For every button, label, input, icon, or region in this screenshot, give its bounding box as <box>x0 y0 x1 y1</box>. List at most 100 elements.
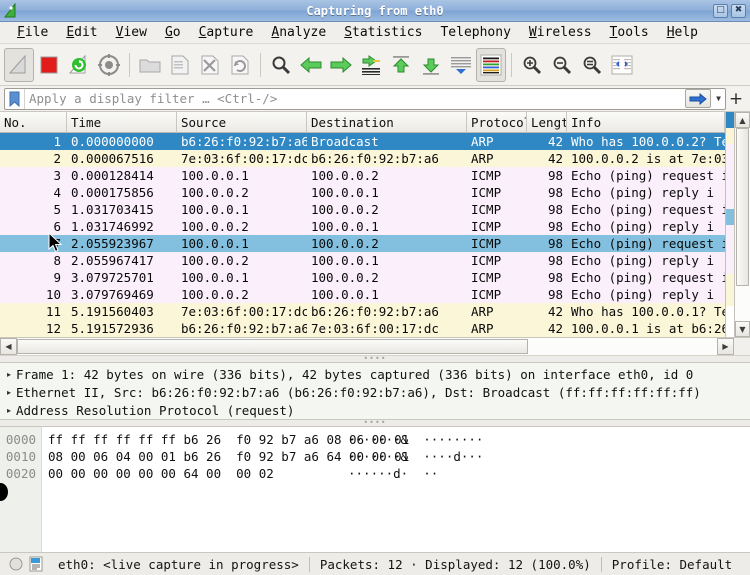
zoom-reset-button[interactable] <box>577 48 607 82</box>
bytes-body[interactable]: ff ff ff ff ff ff b6 26 f0 92 b7 a6 08 0… <box>42 427 750 552</box>
reload-file-button[interactable] <box>225 48 255 82</box>
table-row[interactable]: 4 0.000175856 100.0.0.2 100.0.0.1 ICMP 98 Echo… <box>0 184 725 201</box>
packet-map-segment[interactable] <box>726 289 734 306</box>
zoom-in-button[interactable] <box>517 48 547 82</box>
go-back-button[interactable] <box>296 48 326 82</box>
packet-map-segment[interactable] <box>726 192 734 209</box>
capture-options-button[interactable] <box>94 48 124 82</box>
menu-edit[interactable]: Edit <box>57 24 106 41</box>
open-file-button[interactable] <box>135 48 165 82</box>
scroll-left-icon[interactable]: ◀ <box>0 337 17 355</box>
table-row[interactable]: 11 5.191560403 7e:03:6f:00:17:dc b6:26:f0:9… <box>0 303 725 320</box>
find-packet-button[interactable] <box>266 48 296 82</box>
menu-go[interactable]: Go <box>156 24 190 41</box>
colorize-button[interactable] <box>476 47 506 82</box>
go-last-packet-button[interactable] <box>416 48 446 82</box>
zoom-out-button[interactable] <box>547 48 577 82</box>
table-row[interactable]: 5 1.031703415 100.0.0.1 100.0.0.2 ICMP 98 Echo… <box>0 201 725 218</box>
detail-tree-node[interactable]: ▸ Ethernet II, Src: b6:26:f0:92:b7:a6 (b6… <box>2 383 750 401</box>
save-file-button[interactable] <box>165 48 195 82</box>
column-header-source[interactable]: Source <box>177 112 307 133</box>
apply-filter-button[interactable] <box>685 89 711 108</box>
go-first-packet-button[interactable] <box>386 48 416 82</box>
autoscroll-button[interactable] <box>446 48 476 82</box>
menu-capture[interactable]: Capture <box>190 24 263 41</box>
maximize-button[interactable]: □ <box>713 3 728 18</box>
hscroll-thumb[interactable] <box>17 338 528 354</box>
packet-map-segment[interactable] <box>726 160 734 177</box>
packet-map-strip[interactable] <box>725 112 734 337</box>
packet-map-segment[interactable] <box>726 128 734 145</box>
packet-map-segment[interactable] <box>726 144 734 161</box>
table-row[interactable]: 7 2.055923967 100.0.0.1 100.0.0.2 ICMP 98 Echo… <box>0 235 725 252</box>
restart-capture-button[interactable] <box>64 48 94 82</box>
menu-telephony[interactable]: Telephony <box>431 24 519 41</box>
chevron-right-icon[interactable]: ▸ <box>2 406 16 415</box>
packet-map-segment[interactable] <box>726 257 734 274</box>
column-header-time[interactable]: Time <box>67 112 177 133</box>
menu-file[interactable]: File <box>8 24 57 41</box>
scroll-right-icon[interactable]: ▶ <box>717 337 734 355</box>
packet-details-pane[interactable]: ▸ Frame 1: 42 bytes on wire (336 bits), 4… <box>0 362 750 420</box>
chevron-right-icon[interactable]: ▸ <box>2 388 16 397</box>
close-button[interactable]: ✖ <box>731 3 746 18</box>
chevron-right-icon[interactable]: ▸ <box>2 370 16 379</box>
packet-map-segment[interactable] <box>726 176 734 193</box>
packet-list-rows[interactable]: 1 0.000000000 b6:26:f0:92:b7:a6 Broadcast AR… <box>0 133 725 337</box>
menu-tools[interactable]: Tools <box>601 24 658 41</box>
table-row[interactable]: 6 1.031746992 100.0.0.2 100.0.0.1 ICMP 98 Echo… <box>0 218 725 235</box>
packet-map-segment[interactable] <box>726 208 734 226</box>
start-capture-button[interactable] <box>4 47 34 82</box>
expert-info-circle-icon[interactable] <box>6 557 26 571</box>
column-header-no[interactable]: No. <box>0 112 67 133</box>
packet-bytes-pane[interactable]: 0000 0010 0020 ff ff ff ff ff ff b6 26 f0 … <box>0 426 750 552</box>
table-row[interactable]: 3 0.000128414 100.0.0.1 100.0.0.2 ICMP 98 Echo… <box>0 167 725 184</box>
detail-tree-node[interactable]: ▸ Frame 1: 42 bytes on wire (336 bits), 4… <box>2 365 750 383</box>
filter-box[interactable]: ▼ <box>4 87 726 110</box>
detail-tree-node[interactable]: ▸ Address Resolution Protocol (request) <box>2 401 750 419</box>
hex-dump-row[interactable]: 08 00 06 04 00 01 b6 26 f0 92 b7 a6 64 0… <box>48 448 750 465</box>
vscroll-track[interactable] <box>735 128 750 321</box>
close-file-button[interactable] <box>195 48 225 82</box>
table-row[interactable]: 2 0.000067516 7e:03:6f:00:17:dc b6:26:f0:92… <box>0 150 725 167</box>
column-header-info[interactable]: Info <box>567 112 725 133</box>
hex-dump-row[interactable]: ff ff ff ff ff ff b6 26 f0 92 b7 a6 08 0… <box>48 431 750 448</box>
bookmark-icon[interactable] <box>5 88 25 109</box>
table-row[interactable]: 12 5.191572936 b6:26:f0:92:b7:a6 7e:03:6f:0… <box>0 320 725 337</box>
stop-capture-button[interactable] <box>34 48 64 82</box>
go-forward-button[interactable] <box>326 48 356 82</box>
menu-analyze[interactable]: Analyze <box>262 24 335 41</box>
scroll-up-icon[interactable]: ▲ <box>735 112 750 128</box>
capture-comment-icon[interactable] <box>26 556 46 572</box>
packet-map-segment[interactable] <box>726 112 734 129</box>
scroll-down-icon[interactable]: ▼ <box>735 321 750 337</box>
packet-map-segment[interactable] <box>726 241 734 258</box>
packet-list-header[interactable]: No.TimeSourceDestinationProtocolLengthIn… <box>0 112 725 133</box>
packet-list-vscrollbar[interactable]: ▲ ▼ <box>734 112 750 337</box>
vscroll-thumb[interactable] <box>736 128 749 287</box>
hscroll-track[interactable] <box>17 337 717 355</box>
packet-map-segment[interactable] <box>726 225 734 242</box>
add-filter-button[interactable]: + <box>726 89 746 109</box>
packet-list-hscrollbar[interactable]: ◀ ▶ <box>0 337 750 355</box>
menu-help[interactable]: Help <box>658 24 707 41</box>
menu-wireless[interactable]: Wireless <box>520 24 601 41</box>
table-row[interactable]: 9 3.079725701 100.0.0.1 100.0.0.2 ICMP 98 Echo… <box>0 269 725 286</box>
go-to-packet-button[interactable] <box>356 48 386 82</box>
column-header-length[interactable]: Length <box>527 112 567 133</box>
title-bar[interactable]: Capturing from eth0 □ ✖ <box>0 0 750 22</box>
table-row[interactable]: 1 0.000000000 b6:26:f0:92:b7:a6 Broadcast AR… <box>0 133 725 150</box>
menu-view[interactable]: View <box>107 24 156 41</box>
chevron-down-icon[interactable]: ▼ <box>712 89 725 109</box>
column-header-protocol[interactable]: Protocol <box>467 112 527 133</box>
profile-text[interactable]: Profile: Default <box>612 557 732 572</box>
hex-dump-row[interactable]: 00 00 00 00 00 00 64 00 00 02 ······d· ·· <box>48 465 750 482</box>
packet-map-segment[interactable] <box>726 273 734 290</box>
cell-info: Who has 100.0.0.2? Tel <box>571 134 725 149</box>
table-row[interactable]: 8 2.055967417 100.0.0.2 100.0.0.1 ICMP 98 Echo… <box>0 252 725 269</box>
table-row[interactable]: 10 3.079769469 100.0.0.2 100.0.0.1 ICMP 98 Ech… <box>0 286 725 303</box>
filter-input[interactable] <box>25 88 685 109</box>
resize-columns-button[interactable] <box>607 48 637 82</box>
menu-statistics[interactable]: Statistics <box>335 24 431 41</box>
column-header-destination[interactable]: Destination <box>307 112 467 133</box>
